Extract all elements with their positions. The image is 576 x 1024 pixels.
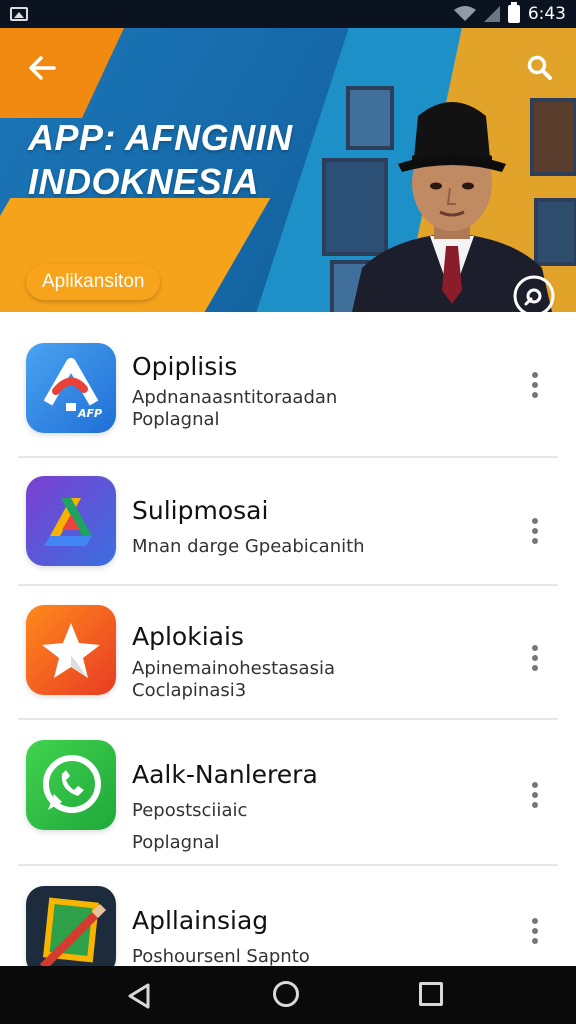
image-notification-icon (10, 7, 28, 21)
list-item[interactable]: Aalk-Nanlerera Pepostsciiaic Poplagnal (0, 720, 576, 866)
app-subtitle: Mnan darge Gpeabicanith (132, 536, 365, 557)
app-subtitle: Poshoursenl Sapnto (132, 946, 310, 967)
app-logo-icon: AFP (26, 343, 116, 433)
recents-nav-icon[interactable] (419, 982, 443, 1006)
hero-title: APP: AFNGNIN INDOKNESIA (28, 116, 328, 204)
more-options-icon[interactable] (525, 914, 545, 954)
app-subtitle: Apinemainohestasasia (132, 658, 335, 679)
hero-title-line2: INDOKNESIA (28, 161, 260, 202)
signal-icon (483, 6, 500, 22)
hero-banner: APP: AFNGNIN INDOKNESIA Aplikansiton (0, 28, 576, 312)
pencil-icon (26, 886, 116, 976)
list-item[interactable]: AFP Opiplisis Apdnanaasntitoraadan Popla… (0, 312, 576, 457)
list-item[interactable]: Aplokiais Apinemainohestasasia Coclapina… (0, 586, 576, 720)
hero-title-line1: APP: AFNGNIN (28, 117, 293, 158)
app-subtitle: Pepostsciiaic (132, 800, 248, 821)
more-options-icon[interactable] (525, 778, 545, 818)
list-item[interactable]: Sulipmosai Mnan darge Gpeabicanith (0, 458, 576, 586)
whatsapp-icon (26, 740, 116, 830)
app-subtitle-2: Poplagnal (132, 409, 220, 430)
wifi-icon (453, 6, 476, 21)
back-nav-icon[interactable] (126, 982, 154, 1010)
more-options-icon[interactable] (525, 368, 545, 408)
home-nav-icon[interactable] (273, 981, 299, 1007)
status-bar: 6:43 (0, 0, 576, 28)
app-logo-text: AFP (78, 407, 103, 420)
search-icon[interactable] (522, 50, 558, 86)
battery-icon (507, 2, 520, 23)
navigation-bar (0, 966, 576, 1024)
more-options-icon[interactable] (525, 641, 545, 681)
category-chip[interactable]: Aplikansiton (26, 264, 161, 300)
more-options-icon[interactable] (525, 514, 545, 554)
star-icon (26, 605, 116, 695)
app-title: Aalk-Nanlerera (132, 760, 318, 789)
list-item[interactable]: Apllainsiag Poshoursenl Sapnto (0, 866, 576, 976)
app-title: Sulipmosai (132, 496, 269, 525)
app-subtitle-2: Coclapinasi3 (132, 680, 247, 701)
app-title: Apllainsiag (132, 906, 269, 935)
app-subtitle-2: Poplagnal (132, 832, 220, 853)
disc-badge-icon[interactable] (510, 272, 558, 312)
app-title: Aplokiais (132, 622, 244, 651)
app-title: Opiplisis (132, 352, 238, 381)
drive-triangle-icon (26, 476, 116, 566)
app-subtitle: Apdnanaasntitoraadan (132, 387, 338, 408)
status-time: 6:43 (527, 4, 566, 24)
back-arrow-icon[interactable] (24, 52, 60, 88)
